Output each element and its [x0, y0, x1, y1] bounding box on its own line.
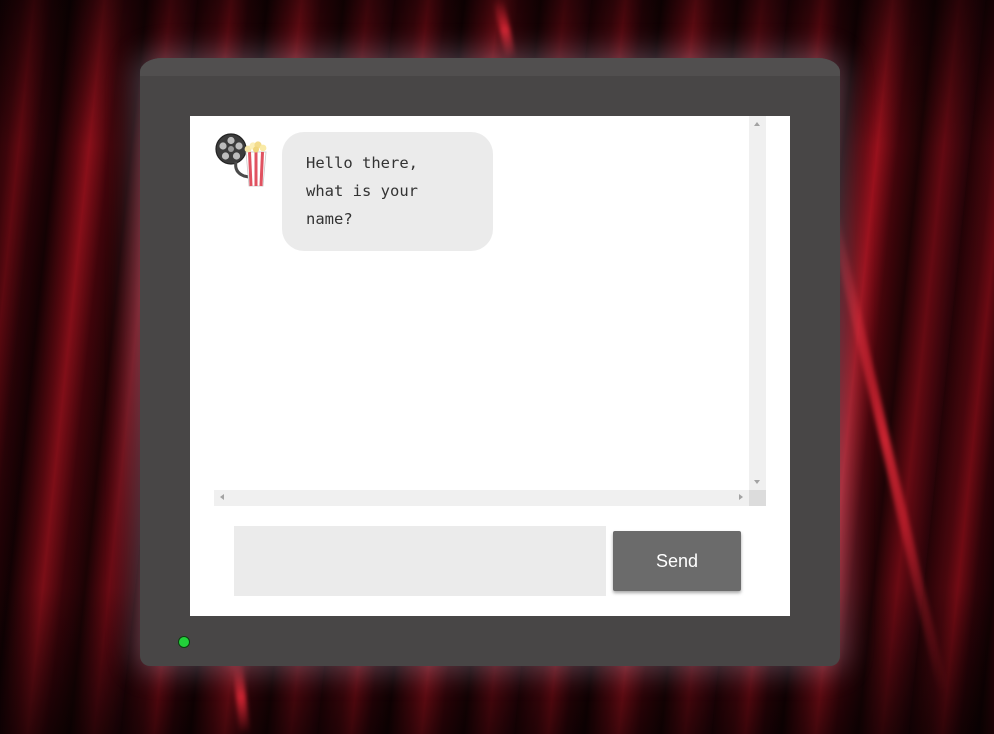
message-bubble: Hello there, what is your name? [282, 132, 493, 251]
scroll-left-icon[interactable] [220, 494, 224, 500]
chat-log[interactable]: Hello there, what is your name? [214, 116, 766, 506]
scrollbar-corner [749, 490, 766, 506]
scroll-up-icon[interactable] [754, 122, 760, 126]
monitor-top-edge [140, 58, 840, 76]
curtain-shadow-right [834, 0, 994, 734]
scroll-right-icon[interactable] [739, 494, 743, 500]
bot-message: Hello there, what is your name? [214, 132, 493, 251]
chat-screen: Hello there, what is your name? Send [190, 116, 790, 616]
send-button[interactable]: Send [613, 531, 741, 591]
power-led-indicator [178, 636, 190, 648]
monitor-frame: Hello there, what is your name? Send [140, 58, 840, 666]
curtain-shadow-left [0, 0, 160, 734]
horizontal-scrollbar[interactable] [214, 490, 749, 506]
vertical-scrollbar[interactable] [749, 116, 766, 490]
scroll-down-icon[interactable] [754, 480, 760, 484]
message-input[interactable] [234, 526, 608, 596]
chat-messages: Hello there, what is your name? [214, 116, 749, 490]
film-reel-popcorn-icon [214, 132, 274, 188]
